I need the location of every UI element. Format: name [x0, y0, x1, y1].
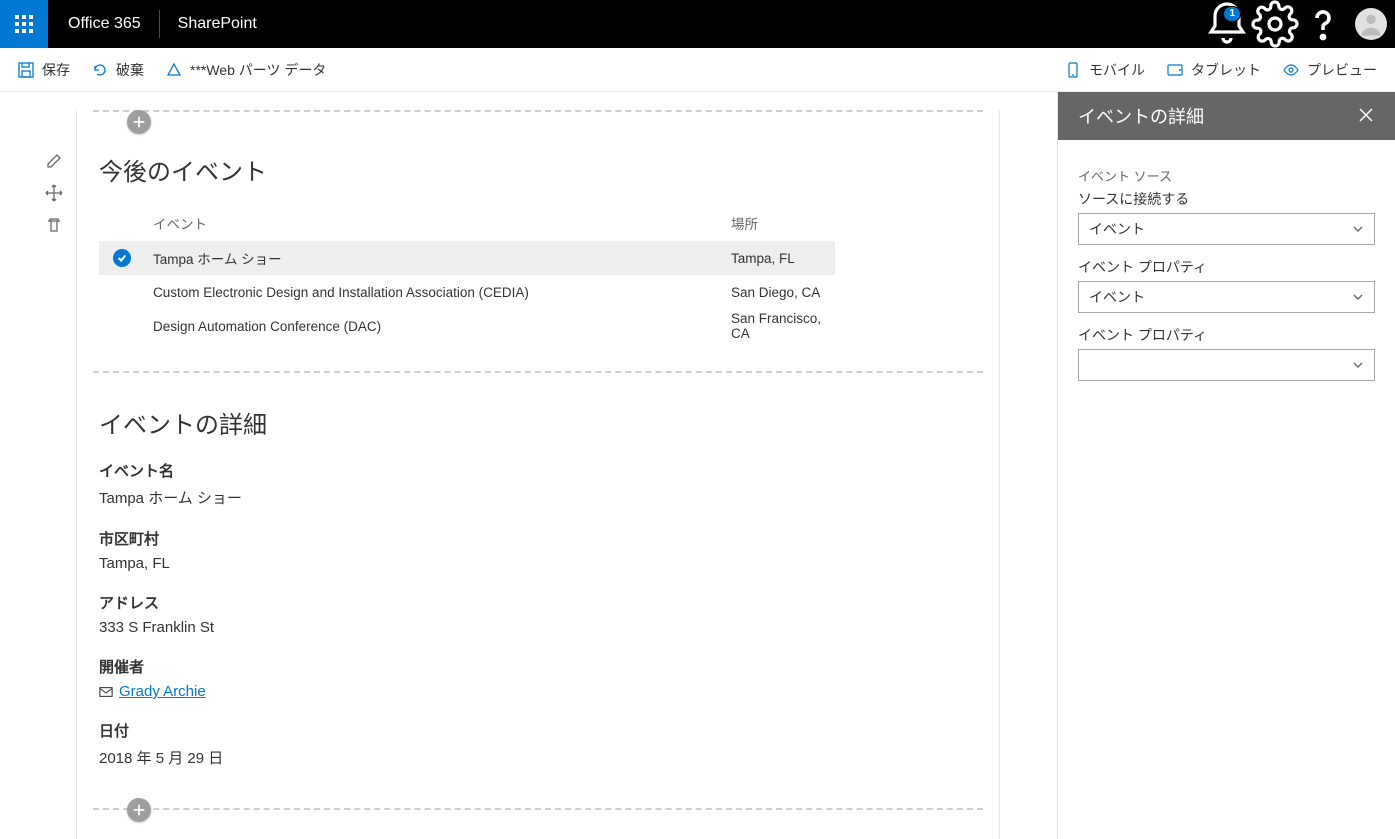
help-button[interactable]	[1299, 0, 1347, 48]
command-bar: 保存 破棄 ***Web パーツ データ モバイル タブレット プレビュー	[0, 48, 1395, 92]
notifications-button[interactable]: 1	[1203, 0, 1251, 48]
app-name: SharePoint	[178, 15, 257, 33]
event-name-value: Tampa ホーム ショー	[99, 487, 977, 508]
chevron-down-icon	[1352, 291, 1364, 303]
address-label: アドレス	[99, 592, 977, 613]
location-cell: San Francisco, CA	[731, 311, 835, 341]
table-row[interactable]: Tampa ホーム ショー Tampa, FL	[99, 241, 835, 275]
preview-button[interactable]: プレビュー	[1283, 60, 1377, 80]
discard-label: 破棄	[116, 60, 144, 80]
webpart-data-button[interactable]: ***Web パーツ データ	[166, 60, 326, 80]
event-cell: Tampa ホーム ショー	[153, 248, 731, 268]
organizer-label: 開催者	[99, 656, 977, 677]
organizer-link[interactable]: Grady Archie	[119, 683, 206, 700]
add-section-button-bottom[interactable]	[127, 798, 151, 822]
move-webpart-button[interactable]	[45, 184, 63, 202]
chevron-down-icon	[1352, 359, 1364, 371]
panel-close-button[interactable]	[1357, 106, 1375, 127]
app-launcher-button[interactable]	[0, 0, 48, 48]
panel-title: イベントの詳細	[1078, 103, 1204, 129]
waffle-icon	[15, 15, 33, 33]
save-button[interactable]: 保存	[18, 60, 70, 80]
location-cell: Tampa, FL	[731, 251, 835, 266]
avatar-icon	[1355, 8, 1387, 40]
mobile-label: モバイル	[1089, 60, 1145, 80]
notification-badge: 1	[1223, 6, 1241, 22]
column-location: 場所	[731, 213, 835, 233]
webpart-data-label: ***Web パーツ データ	[190, 60, 326, 80]
date-label: 日付	[99, 720, 977, 741]
page-canvas: 今後のイベント イベント 場所 Tampa ホーム ショー Tampa, FL …	[76, 110, 1000, 839]
events-table-header: イベント 場所	[99, 205, 835, 241]
event-details-title: イベントの詳細	[99, 405, 977, 440]
section-divider-mid	[93, 371, 983, 373]
add-section-button-top[interactable]	[127, 110, 151, 134]
settings-button[interactable]	[1251, 0, 1299, 48]
save-icon	[18, 62, 34, 78]
plus-icon	[132, 115, 146, 129]
edit-webpart-button[interactable]	[45, 152, 63, 170]
mobile-button[interactable]: モバイル	[1065, 60, 1145, 80]
tablet-icon	[1167, 62, 1183, 78]
chevron-down-icon	[1352, 223, 1364, 235]
events-table: イベント 場所 Tampa ホーム ショー Tampa, FL Custom E…	[99, 205, 835, 343]
eye-icon	[1283, 62, 1299, 78]
row-selected-icon	[113, 249, 131, 267]
upcoming-events-webpart: 今後のイベント イベント 場所 Tampa ホーム ショー Tampa, FL …	[77, 152, 999, 343]
save-label: 保存	[42, 60, 70, 80]
plus-icon	[132, 803, 146, 817]
dropdown-value: イベント	[1089, 287, 1145, 307]
gear-icon	[1251, 0, 1299, 48]
source-dropdown[interactable]: イベント	[1078, 213, 1375, 245]
header-divider	[159, 10, 160, 38]
close-icon	[1357, 106, 1375, 124]
tablet-label: タブレット	[1191, 60, 1261, 80]
discard-button[interactable]: 破棄	[92, 60, 144, 80]
event-property-label-1: イベント プロパティ	[1078, 257, 1375, 277]
brand-label: Office 365	[68, 15, 141, 33]
address-value: 333 S Franklin St	[99, 619, 977, 636]
property-panel: イベントの詳細 イベント ソース ソースに接続する イベント イベント プロパテ…	[1057, 92, 1395, 839]
city-label: 市区町村	[99, 528, 977, 549]
location-cell: San Diego, CA	[731, 285, 835, 300]
suite-header: Office 365 SharePoint 1	[0, 0, 1395, 48]
connect-source-label: ソースに接続する	[1078, 189, 1375, 209]
dropdown-value: イベント	[1089, 219, 1145, 239]
panel-header: イベントの詳細	[1058, 92, 1395, 140]
webpart-toolbar	[45, 152, 63, 234]
event-cell: Design Automation Conference (DAC)	[153, 319, 731, 334]
section-divider-top	[93, 110, 983, 112]
preview-label: プレビュー	[1307, 60, 1377, 80]
tablet-button[interactable]: タブレット	[1167, 60, 1261, 80]
event-details-webpart: イベントの詳細 イベント名 Tampa ホーム ショー 市区町村 Tampa, …	[77, 405, 999, 768]
undo-icon	[92, 62, 108, 78]
help-icon	[1299, 0, 1347, 48]
account-button[interactable]	[1347, 0, 1395, 48]
event-source-label: イベント ソース	[1078, 166, 1375, 185]
table-row[interactable]: Custom Electronic Design and Installatio…	[99, 275, 835, 309]
event-cell: Custom Electronic Design and Installatio…	[153, 285, 731, 300]
section-divider-bottom	[93, 808, 983, 810]
triangle-icon	[166, 62, 182, 78]
upcoming-events-title: 今後のイベント	[99, 152, 977, 187]
event-property-label-2: イベント プロパティ	[1078, 325, 1375, 345]
date-value: 2018 年 5 月 29 日	[99, 747, 977, 768]
mail-icon	[99, 685, 113, 699]
property-dropdown-1[interactable]: イベント	[1078, 281, 1375, 313]
table-row[interactable]: Design Automation Conference (DAC) San F…	[99, 309, 835, 343]
city-value: Tampa, FL	[99, 555, 977, 572]
mobile-icon	[1065, 62, 1081, 78]
delete-webpart-button[interactable]	[45, 216, 63, 234]
property-dropdown-2[interactable]	[1078, 349, 1375, 381]
column-event: イベント	[153, 213, 731, 233]
event-name-label: イベント名	[99, 460, 977, 481]
